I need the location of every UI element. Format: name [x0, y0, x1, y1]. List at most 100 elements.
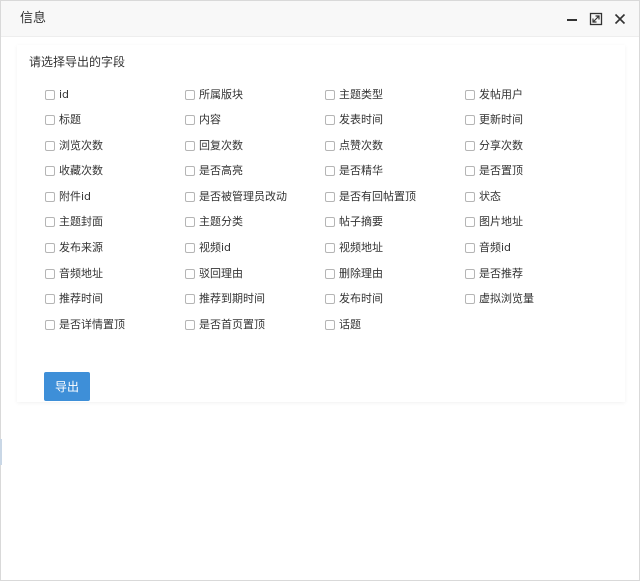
checkbox[interactable]: [45, 294, 55, 305]
field-checkbox-item[interactable]: 是否被管理员改动: [185, 188, 325, 205]
checkbox[interactable]: [45, 243, 55, 254]
field-label: 点赞次数: [339, 138, 383, 152]
checkbox[interactable]: [465, 191, 475, 202]
panel-heading: 请选择导出的字段: [29, 55, 126, 69]
field-checkbox-item[interactable]: 是否推荐: [465, 265, 605, 282]
checkbox[interactable]: [325, 89, 335, 100]
field-label: 是否高亮: [199, 164, 243, 178]
checkbox[interactable]: [185, 268, 195, 279]
field-checkbox-item[interactable]: 更新时间: [465, 112, 605, 129]
checkbox[interactable]: [185, 217, 195, 228]
field-checkbox-item[interactable]: 附件id: [45, 188, 185, 205]
checkbox[interactable]: [325, 243, 335, 254]
checkbox[interactable]: [325, 191, 335, 202]
checkbox[interactable]: [185, 140, 195, 151]
field-label: 分享次数: [479, 138, 523, 152]
maximize-icon[interactable]: [589, 12, 603, 26]
checkbox[interactable]: [45, 217, 55, 228]
field-checkbox-item[interactable]: 驳回理由: [185, 265, 325, 282]
field-checkbox-item[interactable]: 发布来源: [45, 240, 185, 257]
field-label: 发帖用户: [479, 87, 523, 101]
field-checkbox-item[interactable]: 主题分类: [185, 214, 325, 231]
field-checkbox-item[interactable]: 话题: [325, 316, 465, 333]
export-dialog: 信息 请选择导出的字段 id 所属版块 主题类型 发帖用户 标题 内容 发表时间 更新时间 浏览…: [0, 0, 640, 581]
field-checkbox-item[interactable]: 是否置顶: [465, 163, 605, 180]
field-checkbox-item[interactable]: 标题: [45, 112, 185, 129]
field-label: 状态: [479, 189, 501, 203]
field-checkbox-item[interactable]: 是否高亮: [185, 163, 325, 180]
field-checkbox-item[interactable]: 视频id: [185, 240, 325, 257]
field-checkbox-item[interactable]: 删除理由: [325, 265, 465, 282]
checkbox[interactable]: [185, 191, 195, 202]
field-checkbox-item[interactable]: 内容: [185, 112, 325, 129]
field-label: 更新时间: [479, 113, 523, 127]
field-label: 驳回理由: [199, 266, 243, 280]
field-checkbox-item[interactable]: 发帖用户: [465, 86, 605, 103]
checkbox[interactable]: [45, 115, 55, 126]
checkbox[interactable]: [325, 115, 335, 126]
field-label: 是否被管理员改动: [199, 189, 287, 203]
checkbox[interactable]: [325, 319, 335, 330]
checkbox[interactable]: [465, 140, 475, 151]
field-checkbox-item[interactable]: 发表时间: [325, 112, 465, 129]
field-label: 是否推荐: [479, 266, 523, 280]
checkbox[interactable]: [185, 89, 195, 100]
checkbox[interactable]: [465, 89, 475, 100]
checkbox[interactable]: [185, 243, 195, 254]
field-checkbox-item[interactable]: 发布时间: [325, 291, 465, 308]
field-checkbox-item[interactable]: 主题封面: [45, 214, 185, 231]
field-checkbox-item[interactable]: 音频id: [465, 240, 605, 257]
field-checkbox-item[interactable]: 帖子摘要: [325, 214, 465, 231]
field-checkbox-item[interactable]: 主题类型: [325, 86, 465, 103]
field-checkbox-item[interactable]: 状态: [465, 188, 605, 205]
field-checkbox-item[interactable]: 是否详情置顶: [45, 316, 185, 333]
field-label: 主题类型: [339, 87, 383, 101]
field-label: 是否详情置顶: [59, 317, 125, 331]
field-checkbox-item[interactable]: 推荐到期时间: [185, 291, 325, 308]
checkbox[interactable]: [185, 115, 195, 126]
checkbox[interactable]: [45, 191, 55, 202]
checkbox[interactable]: [465, 166, 475, 177]
field-checkbox-item[interactable]: 是否精华: [325, 163, 465, 180]
field-checkbox-item[interactable]: 浏览次数: [45, 137, 185, 154]
checkbox[interactable]: [465, 217, 475, 228]
checkbox[interactable]: [325, 294, 335, 305]
field-checkbox-item[interactable]: 音频地址: [45, 265, 185, 282]
field-checkbox-item[interactable]: 是否有回帖置顶: [325, 188, 465, 205]
field-label: 视频id: [199, 241, 232, 255]
field-checkbox-item[interactable]: 图片地址: [465, 214, 605, 231]
checkbox[interactable]: [185, 166, 195, 177]
field-checkbox-item[interactable]: 是否首页置顶: [185, 316, 325, 333]
field-checkbox-item[interactable]: 推荐时间: [45, 291, 185, 308]
checkbox[interactable]: [45, 166, 55, 177]
checkbox[interactable]: [325, 217, 335, 228]
field-label: 发布时间: [339, 292, 383, 306]
checkbox[interactable]: [325, 140, 335, 151]
field-checkbox-item[interactable]: 虚拟浏览量: [465, 291, 605, 308]
checkbox[interactable]: [45, 89, 55, 100]
checkbox[interactable]: [465, 243, 475, 254]
field-label: 帖子摘要: [339, 215, 383, 229]
checkbox[interactable]: [45, 319, 55, 330]
field-checkbox-item[interactable]: 所属版块: [185, 86, 325, 103]
checkbox[interactable]: [325, 166, 335, 177]
checkbox[interactable]: [45, 268, 55, 279]
field-checkbox-item[interactable]: 收藏次数: [45, 163, 185, 180]
field-checkbox-item[interactable]: 分享次数: [465, 137, 605, 154]
field-checkbox-item[interactable]: 回复次数: [185, 137, 325, 154]
field-label: 音频id: [479, 241, 512, 255]
checkbox[interactable]: [465, 294, 475, 305]
field-label: 收藏次数: [59, 164, 103, 178]
field-checkbox-item[interactable]: 点赞次数: [325, 137, 465, 154]
field-checkbox-item[interactable]: id: [45, 86, 185, 103]
export-button[interactable]: 导出: [44, 372, 90, 401]
minimize-icon[interactable]: [565, 12, 579, 26]
checkbox[interactable]: [185, 319, 195, 330]
checkbox[interactable]: [465, 115, 475, 126]
field-checkbox-item[interactable]: 视频地址: [325, 240, 465, 257]
close-icon[interactable]: [613, 12, 627, 26]
checkbox[interactable]: [465, 268, 475, 279]
checkbox[interactable]: [325, 268, 335, 279]
checkbox[interactable]: [185, 294, 195, 305]
checkbox[interactable]: [45, 140, 55, 151]
